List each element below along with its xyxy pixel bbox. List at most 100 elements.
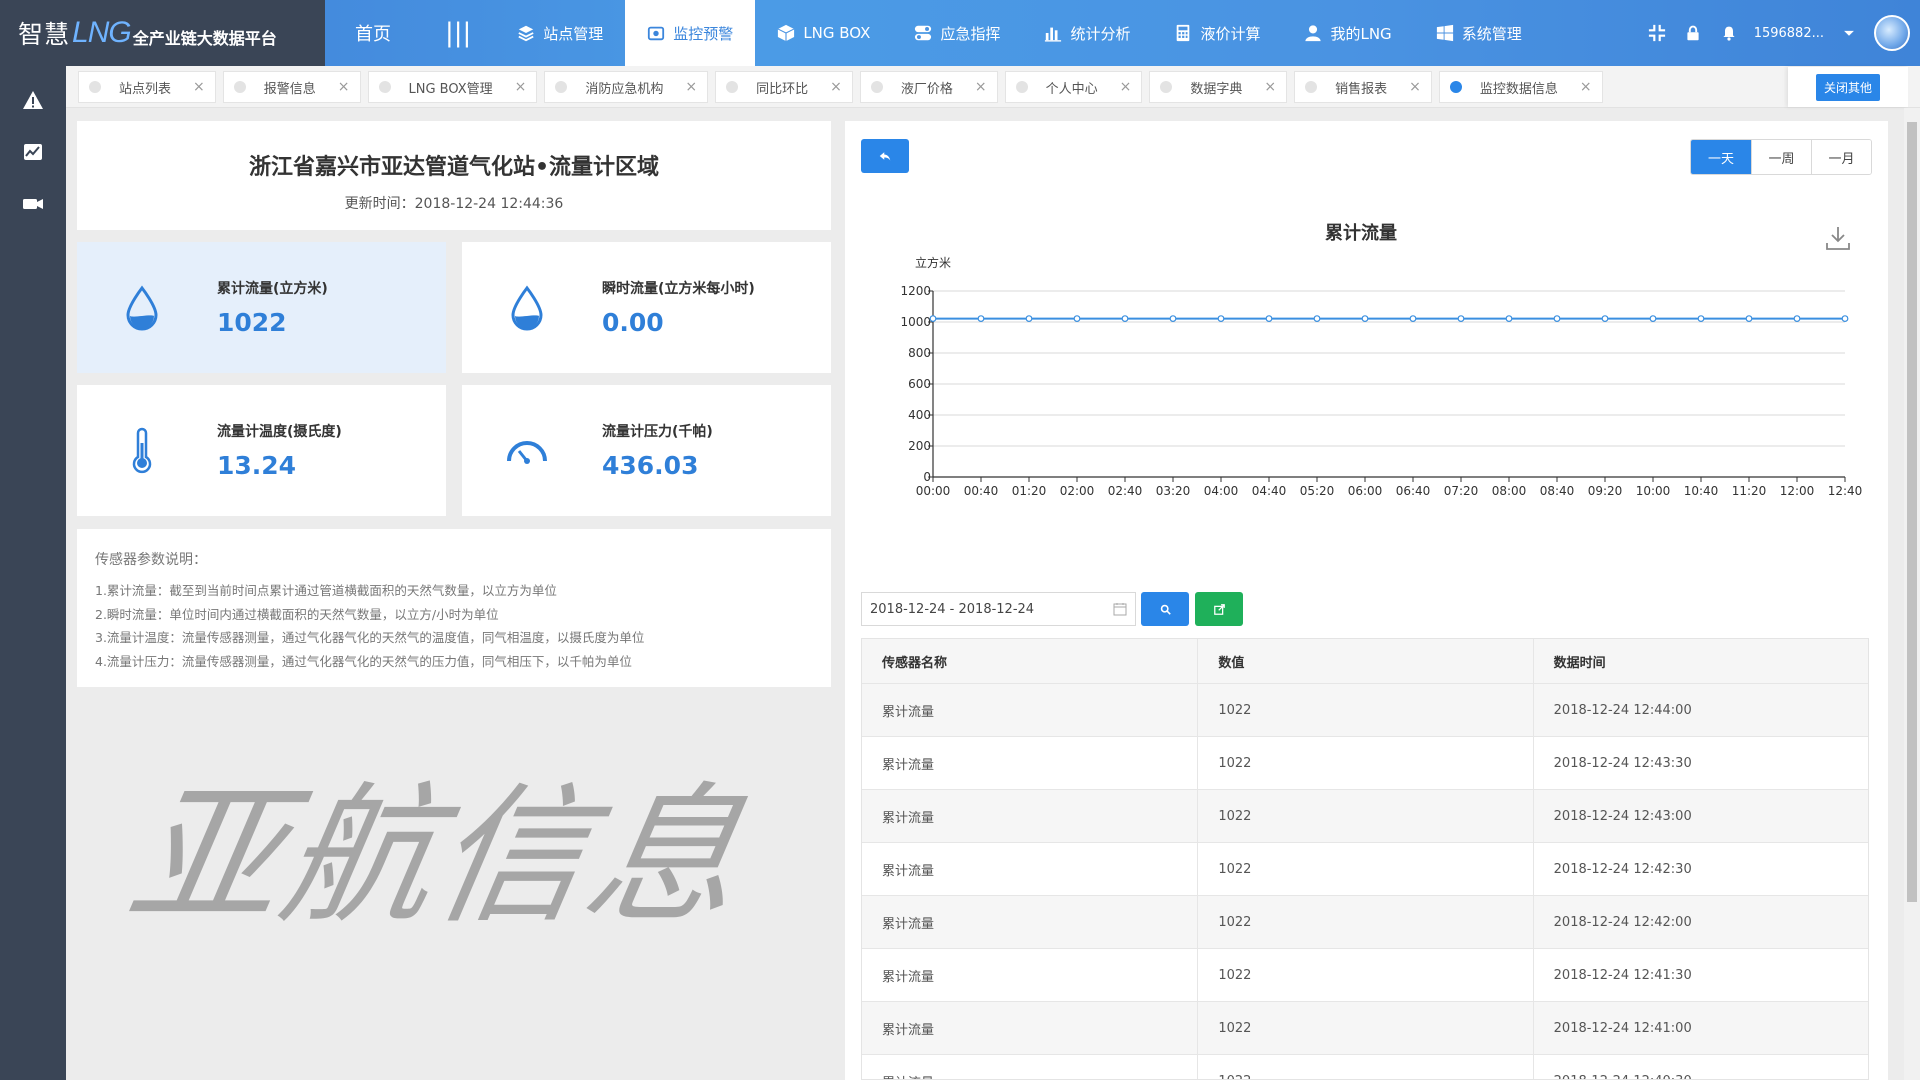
date-range-input[interactable]: 2018-12-24 - 2018-12-24 bbox=[861, 592, 1136, 626]
nav-label: 液价计算 bbox=[1200, 24, 1261, 43]
nav-home[interactable]: 首页 bbox=[325, 0, 421, 66]
nav-price-calc[interactable]: 液价计算 bbox=[1152, 0, 1282, 66]
tab-item[interactable]: 报警信息 × bbox=[222, 71, 361, 103]
table-row[interactable]: 累计流量 1022 2018-12-24 12:43:00 bbox=[862, 789, 1868, 842]
table-row[interactable]: 累计流量10222018-12-24 12:40:30 bbox=[862, 1054, 1868, 1079]
gauge-icon bbox=[487, 427, 567, 475]
table-row[interactable]: 累计流量 1022 2018-12-24 12:42:30 bbox=[862, 842, 1868, 895]
brand-text-2: LNG bbox=[72, 16, 132, 49]
x-tick-label: 04:40 bbox=[1252, 484, 1287, 498]
export-button[interactable] bbox=[1195, 592, 1243, 626]
stat-card-temperature: 流量计温度(摄氏度) 13.24 bbox=[77, 385, 446, 516]
brand-logo[interactable]: 智慧 LNG 全产业链大数据平台 bbox=[0, 0, 325, 66]
user-icon bbox=[1304, 24, 1322, 42]
lock-icon[interactable] bbox=[1682, 22, 1704, 44]
x-tick-label: 01:20 bbox=[1012, 484, 1047, 498]
bell-icon[interactable] bbox=[1718, 22, 1740, 44]
tab-item[interactable]: 消防应急机构 × bbox=[544, 71, 709, 103]
avatar[interactable] bbox=[1874, 15, 1910, 51]
update-time: 更新时间：2018-12-24 12:44:36 bbox=[344, 196, 564, 212]
x-tick-label: 02:40 bbox=[1108, 484, 1143, 498]
compress-icon[interactable] bbox=[1646, 22, 1668, 44]
nav-emergency[interactable]: 应急指挥 bbox=[892, 0, 1022, 66]
tab-item[interactable]: 站点列表 × bbox=[78, 71, 216, 103]
time-cell: 2018-12-24 12:43:30 bbox=[1532, 737, 1868, 789]
tab-label: LNG BOX管理 bbox=[408, 81, 493, 97]
data-point bbox=[1169, 315, 1177, 322]
stat-value: 13.24 bbox=[217, 451, 297, 480]
table-row[interactable]: 累计流量 1022 2018-12-24 12:44:00 bbox=[862, 683, 1868, 736]
close-icon[interactable]: × bbox=[1409, 79, 1421, 95]
toggle-icon bbox=[914, 24, 932, 42]
scrollbar-thumb[interactable] bbox=[1907, 122, 1917, 902]
tab-status-dot-icon bbox=[555, 81, 568, 93]
search-button[interactable] bbox=[1141, 592, 1189, 626]
header-value[interactable]: 数值 bbox=[1197, 639, 1532, 683]
nav-label: 系统管理 bbox=[1461, 24, 1522, 43]
stat-label: 累计流量(立方米) bbox=[217, 281, 328, 297]
table-row[interactable]: 累计流量 1022 2018-12-24 12:41:30 bbox=[862, 948, 1868, 1001]
chevron-down-icon[interactable] bbox=[1838, 22, 1860, 44]
close-others-button[interactable]: 关闭其他 bbox=[1815, 73, 1880, 101]
menu-toggle-icon[interactable]: ||| bbox=[421, 0, 495, 66]
data-point bbox=[977, 315, 985, 322]
header-sensor-name[interactable]: 传感器名称 bbox=[862, 639, 1197, 683]
header-time[interactable]: 数据时间 bbox=[1532, 639, 1868, 683]
watermark: 亚航信息 bbox=[117, 770, 756, 944]
tab-item[interactable]: 个人中心 × bbox=[1004, 71, 1143, 103]
close-icon[interactable]: × bbox=[1264, 79, 1276, 95]
page-scrollbar[interactable] bbox=[1904, 108, 1920, 1080]
close-icon[interactable]: × bbox=[193, 79, 205, 95]
description-line: 1.累计流量：截至到当前时间点累计通过管道横截面积的天然气数量，以立方为单位 bbox=[95, 583, 557, 598]
tab-item[interactable]: 同比环比 × bbox=[715, 71, 853, 103]
tab-status-dot-icon bbox=[870, 81, 883, 93]
y-tick-label: 200 bbox=[908, 439, 931, 453]
data-point bbox=[1265, 315, 1273, 322]
nav-system-management[interactable]: 系统管理 bbox=[1414, 0, 1544, 66]
close-icon[interactable]: × bbox=[685, 79, 697, 95]
table-row[interactable]: 累计流量 1022 2018-12-24 12:42:00 bbox=[862, 895, 1868, 948]
range-week-button[interactable]: 一周 bbox=[1751, 140, 1811, 174]
nav-my-lng[interactable]: 我的LNG bbox=[1282, 0, 1413, 66]
x-tick-label: 06:00 bbox=[1348, 484, 1383, 498]
nav-station-management[interactable]: 站点管理 bbox=[495, 0, 625, 66]
close-icon[interactable]: × bbox=[830, 79, 842, 95]
close-icon[interactable]: × bbox=[515, 79, 527, 95]
value-cell: 1022 bbox=[1197, 1002, 1532, 1054]
table-header: 传感器名称 数值 数据时间 bbox=[862, 639, 1868, 683]
close-icon[interactable]: × bbox=[975, 79, 987, 95]
bar-chart-icon bbox=[1044, 24, 1062, 42]
tab-item[interactable]: 液厂价格 × bbox=[859, 71, 998, 103]
table-row[interactable]: 累计流量 1022 2018-12-24 12:43:30 bbox=[862, 736, 1868, 789]
range-month-button[interactable]: 一月 bbox=[1811, 140, 1871, 174]
data-point bbox=[1745, 315, 1753, 322]
tab-label: 销售报表 bbox=[1335, 81, 1388, 97]
tab-item[interactable]: 数据字典 × bbox=[1149, 71, 1288, 103]
x-tick-label: 08:40 bbox=[1540, 484, 1575, 498]
video-icon[interactable] bbox=[0, 178, 66, 230]
nav-statistics[interactable]: 统计分析 bbox=[1022, 0, 1152, 66]
tab-item[interactable]: 监控数据信息 × bbox=[1438, 71, 1603, 103]
close-icon[interactable]: × bbox=[1120, 79, 1132, 95]
tab-item[interactable]: 销售报表 × bbox=[1294, 71, 1432, 103]
table-row[interactable]: 累计流量 1022 2018-12-24 12:41:00 bbox=[862, 1001, 1868, 1054]
back-button[interactable] bbox=[861, 139, 909, 173]
close-icon[interactable]: × bbox=[338, 79, 350, 95]
nav-lng-box[interactable]: LNG BOX bbox=[755, 0, 892, 66]
station-title: 浙江省嘉兴市亚达管道气化站•流量计区域 bbox=[248, 155, 660, 180]
data-point bbox=[1361, 315, 1369, 322]
time-cell: 2018-12-24 12:44:00 bbox=[1532, 684, 1868, 736]
x-tick-label: 11:20 bbox=[1732, 484, 1767, 498]
tab-status-dot-icon bbox=[89, 81, 101, 93]
username[interactable]: 1596882... bbox=[1754, 26, 1824, 41]
range-day-button[interactable]: 一天 bbox=[1691, 140, 1751, 174]
stat-card-instant-flow: 瞬时流量(立方米每小时) 0.00 bbox=[462, 242, 831, 373]
download-icon[interactable] bbox=[1825, 225, 1851, 251]
tab-status-dot-icon bbox=[378, 81, 391, 93]
tab-item[interactable]: LNG BOX管理 × bbox=[367, 71, 538, 103]
trend-chart-icon[interactable] bbox=[0, 126, 66, 178]
warning-icon[interactable] bbox=[0, 74, 66, 126]
close-icon[interactable]: × bbox=[1580, 79, 1592, 95]
nav-label: 统计分析 bbox=[1070, 24, 1131, 43]
nav-monitor-alert[interactable]: 监控预警 bbox=[625, 0, 756, 66]
